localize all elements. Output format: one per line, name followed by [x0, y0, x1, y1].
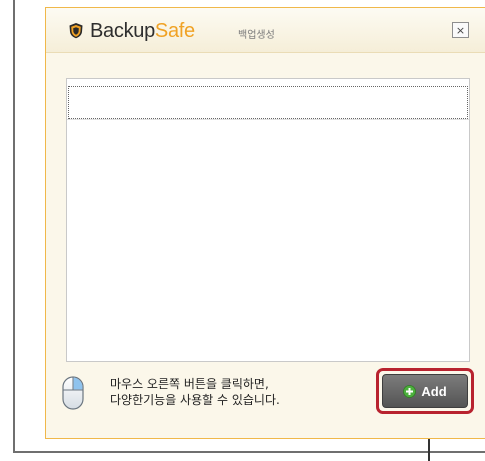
close-button[interactable]: × — [452, 22, 469, 38]
plus-icon — [403, 384, 417, 398]
add-button-label: Add — [421, 383, 447, 399]
app-brand: BackupSafe — [90, 20, 195, 43]
close-icon: × — [455, 23, 466, 37]
hint-line-2: 다양한기능을 사용할 수 있습니다. — [110, 393, 280, 407]
dialog-subtitle: 백업생성 — [238, 30, 275, 41]
brand-backup-text: Backup — [90, 20, 155, 42]
frame-left-border — [13, 0, 15, 452]
usage-hint: 마우스 오른쪽 버튼을 클릭하면, 다양한기능을 사용할 수 있습니다. — [110, 376, 280, 408]
mouse-icon — [62, 376, 84, 410]
brand-safe-text: Safe — [154, 20, 195, 42]
backup-dialog: BackupSafe 백업생성 × 마우스 오른쪽 버튼을 클릭하면, 다양한기… — [45, 7, 485, 439]
title-bar: BackupSafe 백업생성 × — [46, 8, 485, 53]
list-item[interactable] — [68, 86, 468, 119]
frame-bottom-border — [13, 451, 485, 453]
backup-list[interactable] — [66, 78, 470, 362]
add-button[interactable]: Add — [382, 374, 468, 408]
list-divider — [67, 119, 469, 120]
shield-logo-icon — [69, 23, 83, 39]
hint-line-1: 마우스 오른쪽 버튼을 클릭하면, — [110, 377, 269, 391]
